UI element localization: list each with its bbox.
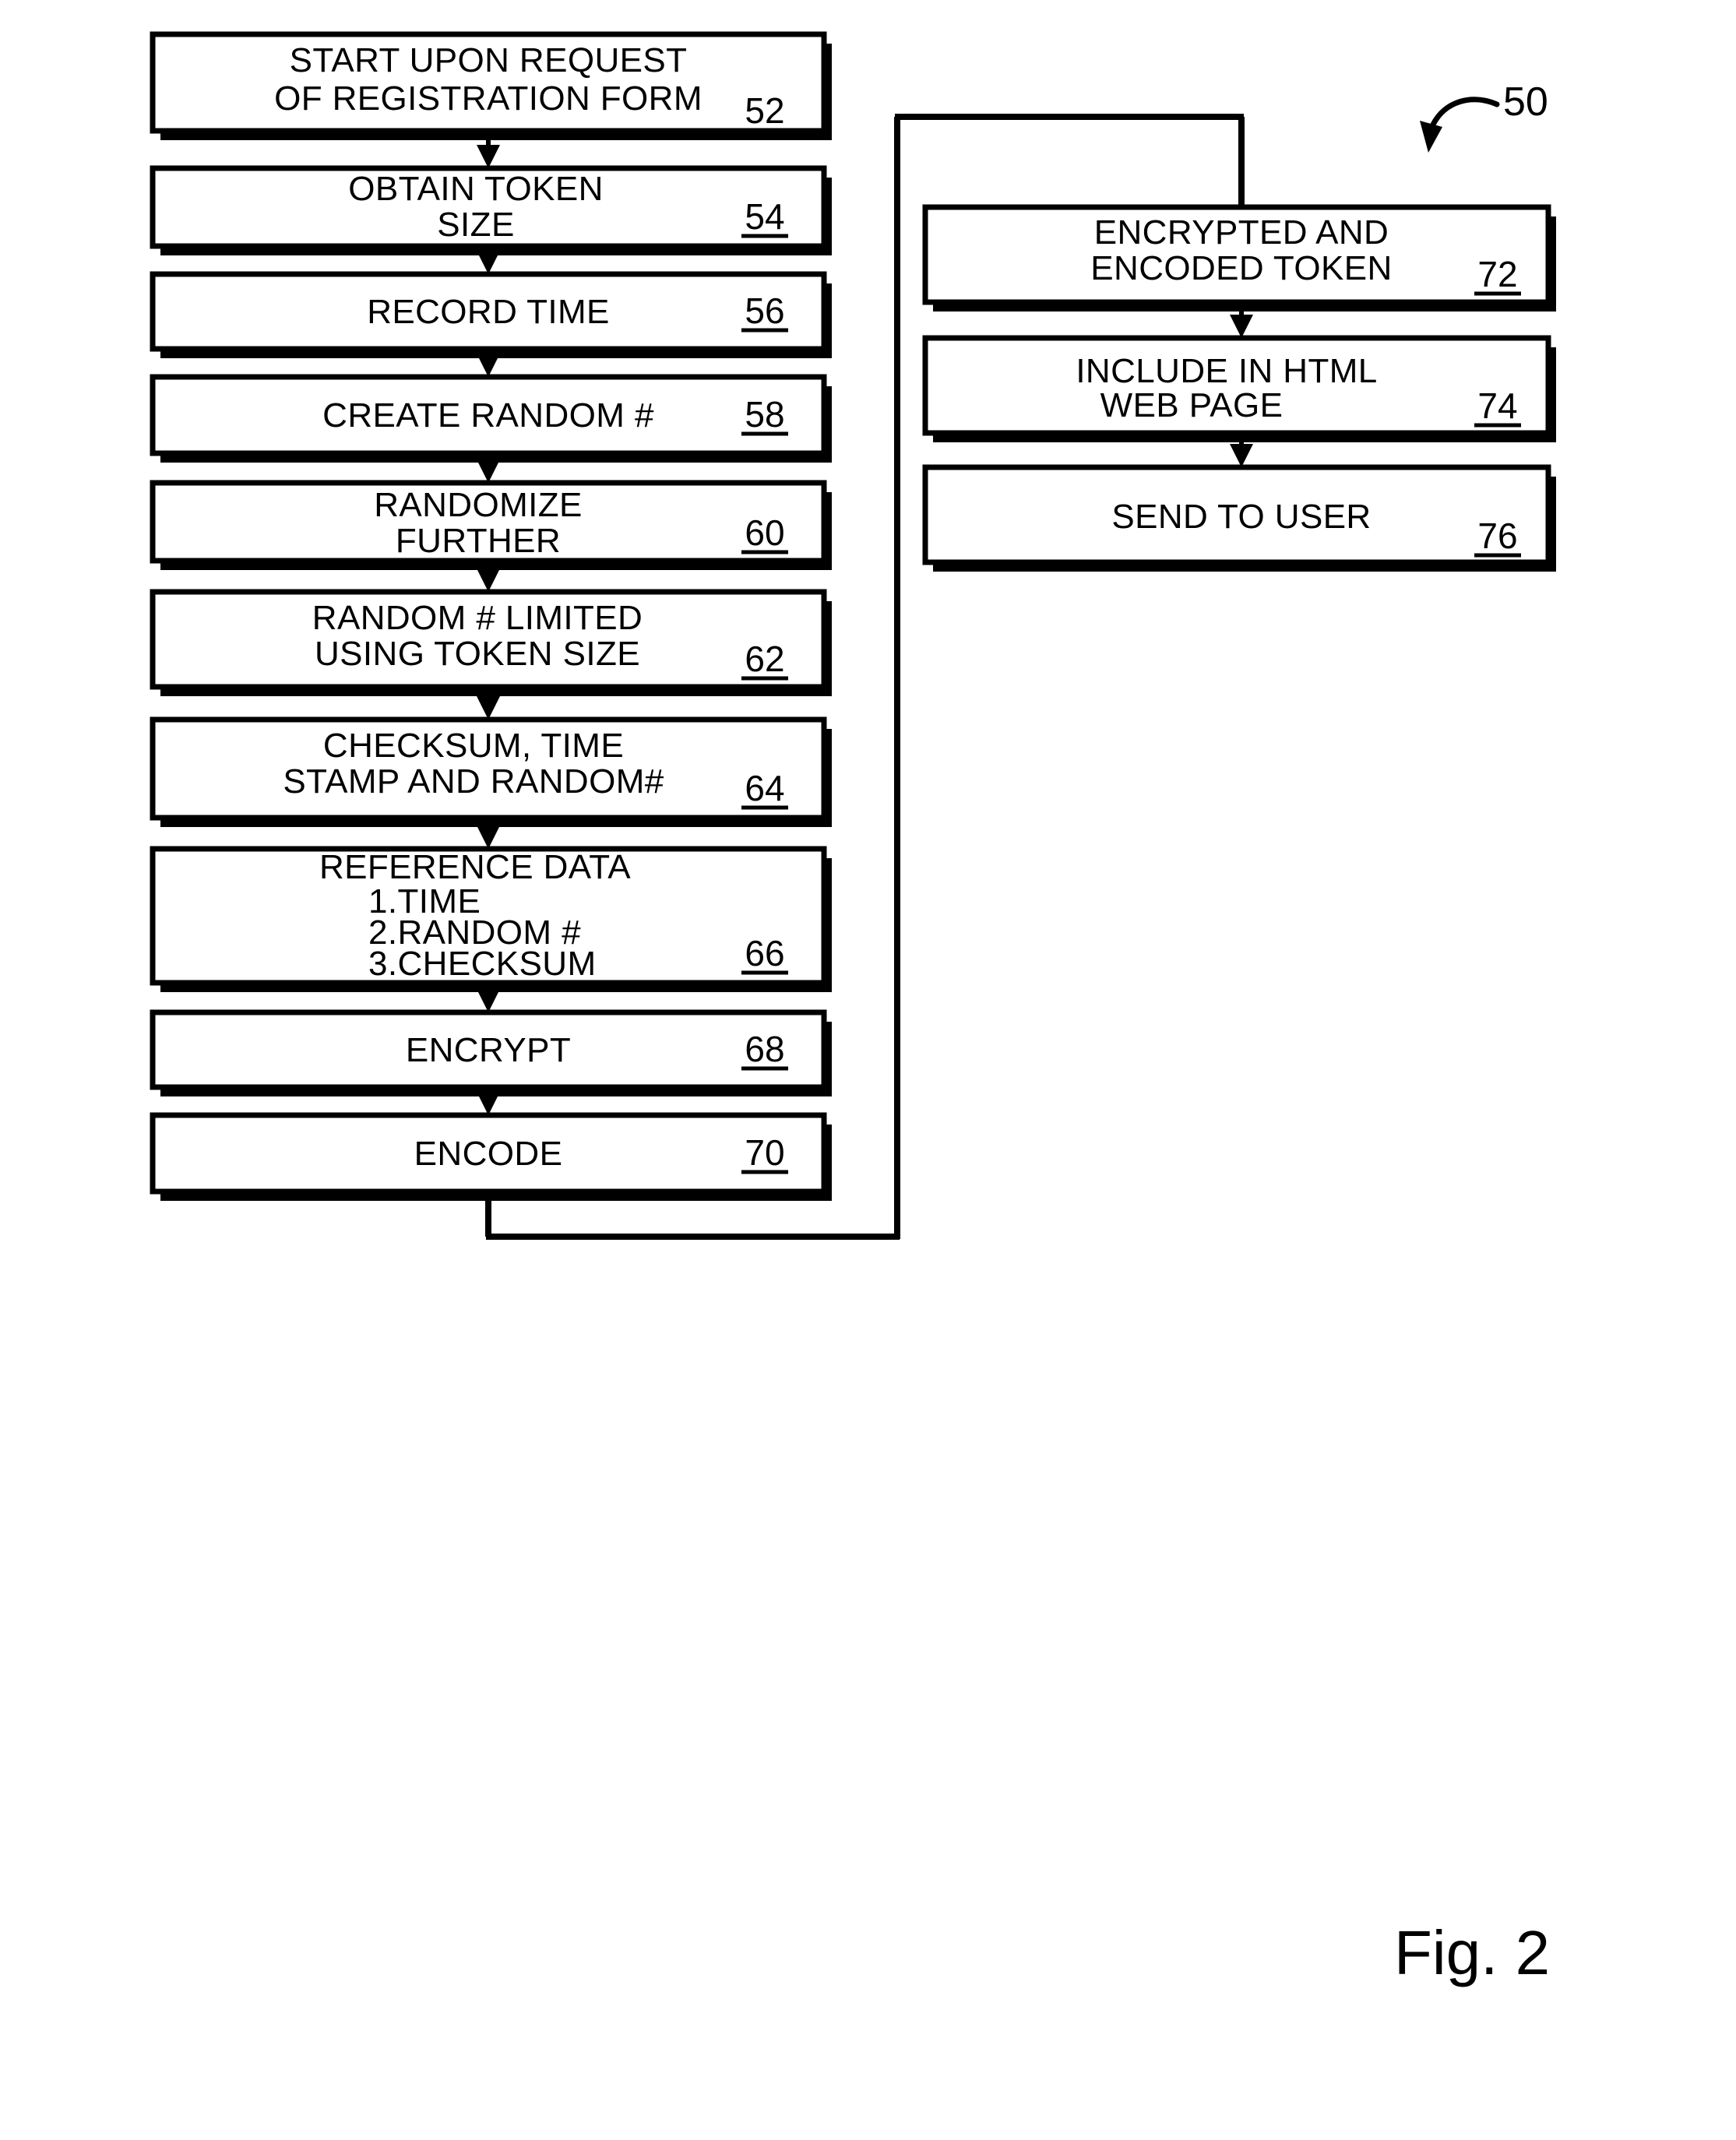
process-box-66[interactable]: REFERENCE DATA 1.TIME 2.RANDOM # 3.CHECK… xyxy=(150,846,832,992)
box-66-line-4: 3.CHECKSUM xyxy=(368,945,597,983)
box-62-line-1: RANDOM # LIMITED xyxy=(312,599,643,637)
box-70-ref-number: 70 xyxy=(745,1132,784,1173)
box-52-line-2: OF REGISTRATION FORM xyxy=(274,79,702,118)
process-box-52[interactable]: START UPON REQUEST OF REGISTRATION FORM … xyxy=(150,31,832,140)
box-54-line-2: SIZE xyxy=(437,206,514,244)
box-64-line-1: CHECKSUM, TIME xyxy=(323,727,624,765)
box-66-ref-number: 66 xyxy=(745,933,784,973)
assembly-ref-number: 50 xyxy=(1503,79,1548,125)
box-70-line-1: ENCODE xyxy=(414,1135,563,1173)
process-box-58[interactable]: CREATE RANDOM # 58 xyxy=(150,374,832,463)
process-box-54[interactable]: OBTAIN TOKEN SIZE 54 xyxy=(150,165,832,255)
box-76-ref-number: 76 xyxy=(1477,516,1517,556)
box-52-line-1: START UPON REQUEST xyxy=(290,41,688,79)
process-box-74[interactable]: INCLUDE IN HTML WEB PAGE 74 xyxy=(922,335,1556,442)
box-52-ref-number: 52 xyxy=(745,90,784,131)
box-60-line-2: FURTHER xyxy=(396,522,561,560)
box-58-line-1: CREATE RANDOM # xyxy=(322,396,654,435)
process-box-60[interactable]: RANDOMIZE FURTHER 60 xyxy=(150,480,832,570)
flowchart-figure: START UPON REQUEST OF REGISTRATION FORM … xyxy=(150,31,1556,1987)
box-56-line-1: RECORD TIME xyxy=(367,293,610,331)
box-56-ref-number: 56 xyxy=(745,290,784,331)
box-64-line-2: STAMP AND RANDOM# xyxy=(283,762,664,801)
box-62-ref-number: 62 xyxy=(745,639,784,679)
box-72-line-1: ENCRYPTED AND xyxy=(1094,213,1389,252)
figure-caption: Fig. 2 xyxy=(1394,1918,1550,1987)
box-54-ref-number: 54 xyxy=(745,196,784,237)
box-74-ref-number: 74 xyxy=(1477,385,1517,426)
process-box-76[interactable]: SEND TO USER 76 xyxy=(922,464,1556,572)
process-box-70[interactable]: ENCODE 70 xyxy=(150,1112,832,1201)
box-74-line-1: INCLUDE IN HTML xyxy=(1076,352,1377,390)
process-box-64[interactable]: CHECKSUM, TIME STAMP AND RANDOM# 64 xyxy=(150,716,832,827)
box-72-ref-number: 72 xyxy=(1477,254,1517,294)
process-box-62[interactable]: RANDOM # LIMITED USING TOKEN SIZE 62 xyxy=(150,589,832,696)
process-box-68[interactable]: ENCRYPT 68 xyxy=(150,1009,832,1096)
assembly-reference-50: 50 xyxy=(1420,79,1548,153)
process-box-72[interactable]: ENCRYPTED AND ENCODED TOKEN 72 xyxy=(922,204,1556,311)
process-box-56[interactable]: RECORD TIME 56 xyxy=(150,271,832,358)
box-76-line-1: SEND TO USER xyxy=(1111,498,1371,536)
patent-figure-sheet: START UPON REQUEST OF REGISTRATION FORM … xyxy=(0,0,1736,2140)
box-64-ref-number: 64 xyxy=(745,768,784,808)
box-54-line-1: OBTAIN TOKEN xyxy=(348,170,604,208)
box-68-line-1: ENCRYPT xyxy=(406,1031,571,1069)
box-62-line-2: USING TOKEN SIZE xyxy=(315,635,640,673)
box-72-line-2b: ENCODED TOKEN xyxy=(1090,249,1392,287)
box-74-line-2: WEB PAGE xyxy=(1100,386,1284,424)
box-58-ref-number: 58 xyxy=(745,394,784,435)
box-60-line-1: RANDOMIZE xyxy=(374,486,583,524)
box-66-line-1: REFERENCE DATA xyxy=(319,848,631,886)
box-68-ref-number: 68 xyxy=(745,1029,784,1069)
box-60-ref-number: 60 xyxy=(745,512,784,553)
